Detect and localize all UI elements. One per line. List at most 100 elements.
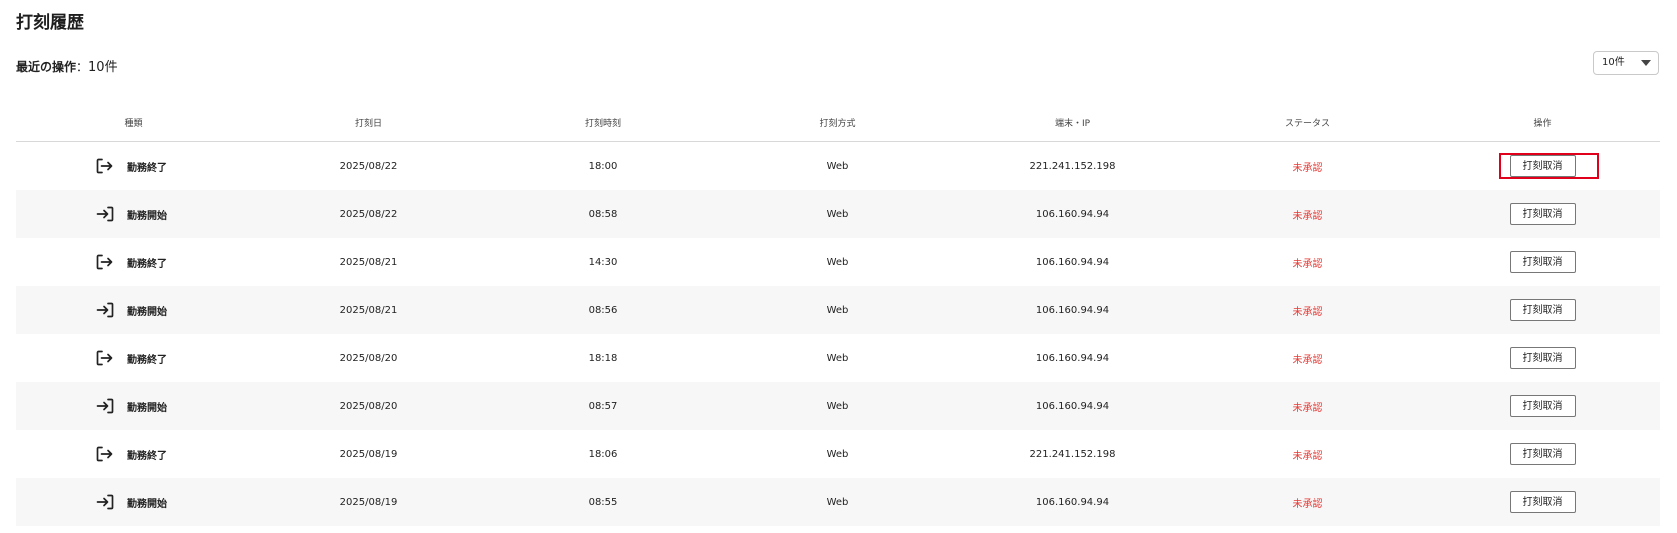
method-cell: Web [826,256,849,268]
type-cell: 勤務開始 [16,494,251,510]
enter-icon [96,302,114,318]
status-badge: 未承認 [1292,306,1323,318]
header-action: 操作 [1533,119,1552,129]
recent-label: 最近の操作 [16,60,77,74]
cancel-punch-button[interactable]: 打刻取消 [1509,203,1576,225]
time-cell: 14:30 [588,256,618,268]
table-row: 勤務開始 2025/08/21 08:56 Web 106.160.94.94 未承認 打刻… [16,286,1660,334]
method-cell: Web [826,352,849,364]
type-label: 勤務開始 [127,402,167,414]
type-label: 勤務開始 [127,210,167,222]
type-label: 勤務終了 [127,450,167,462]
header-status: ステータス [1284,119,1330,129]
header-date: 打刻日 [354,119,382,129]
type-cell: 勤務開始 [16,398,251,414]
header-time: 打刻時刻 [584,119,621,129]
status-badge: 未承認 [1292,354,1323,366]
type-label: 勤務終了 [127,354,167,366]
table-body: 勤務終了 2025/08/22 18:00 Web 221.241.152.198 未承認… [16,142,1660,526]
page-size-value: 10件 [1602,57,1625,68]
time-cell: 08:58 [588,208,618,220]
exit-icon [96,446,114,462]
enter-icon [96,206,114,222]
cancel-punch-button[interactable]: 打刻取消 [1509,347,1576,369]
time-cell: 08:57 [588,400,618,412]
action-cell: 打刻取消 [1425,155,1660,177]
cancel-punch-button[interactable]: 打刻取消 [1509,299,1576,321]
time-cell: 18:18 [588,352,618,364]
date-cell: 2025/08/22 [339,160,398,172]
status-badge: 未承認 [1292,402,1323,414]
chevron-down-icon [1641,60,1651,66]
type-cell: 勤務終了 [16,254,251,270]
action-cell: 打刻取消 [1425,491,1660,513]
action-cell: 打刻取消 [1425,299,1660,321]
table-header: 種類 打刻日 打刻時刻 打刻方式 端末・IP ステータス 操作 [16,104,1660,142]
ip-cell: 106.160.94.94 [1035,400,1110,412]
ip-cell: 221.241.152.198 [1029,448,1116,460]
type-label: 勤務終了 [127,258,167,270]
action-cell: 打刻取消 [1425,395,1660,417]
type-label: 勤務終了 [127,162,167,174]
page-title: 打刻履歴 [16,13,84,33]
type-label: 勤務開始 [127,498,167,510]
status-badge: 未承認 [1292,162,1323,174]
date-cell: 2025/08/21 [339,304,398,316]
date-cell: 2025/08/20 [339,400,398,412]
header-type: 種類 [124,119,143,129]
header-method: 打刻方式 [819,119,856,129]
time-cell: 18:00 [588,160,618,172]
method-cell: Web [826,448,849,460]
ip-cell: 106.160.94.94 [1035,496,1110,508]
type-cell: 勤務開始 [16,302,251,318]
cancel-punch-button[interactable]: 打刻取消 [1509,251,1576,273]
date-cell: 2025/08/19 [339,448,398,460]
recent-count: 10件 [88,60,118,75]
table-row: 勤務終了 2025/08/21 14:30 Web 106.160.94.94 未承認 打刻… [16,238,1660,286]
action-cell: 打刻取消 [1425,443,1660,465]
status-badge: 未承認 [1292,258,1323,270]
ip-cell: 106.160.94.94 [1035,256,1110,268]
method-cell: Web [826,160,849,172]
type-cell: 勤務終了 [16,158,251,174]
cancel-punch-button[interactable]: 打刻取消 [1509,491,1576,513]
header-device-ip: 端末・IP [1054,119,1091,129]
exit-icon [96,350,114,366]
exit-icon [96,158,114,174]
date-cell: 2025/08/19 [339,496,398,508]
action-cell: 打刻取消 [1425,251,1660,273]
table-row: 勤務開始 2025/08/22 08:58 Web 106.160.94.94 未承認 打刻… [16,190,1660,238]
time-cell: 18:06 [588,448,618,460]
type-label: 勤務開始 [127,306,167,318]
method-cell: Web [826,400,849,412]
method-cell: Web [826,496,849,508]
cancel-punch-button[interactable]: 打刻取消 [1509,395,1576,417]
action-cell: 打刻取消 [1425,203,1660,225]
date-cell: 2025/08/21 [339,256,398,268]
recent-separator: ： [76,60,89,74]
recent-operations: 最近の操作：10件 [16,56,118,75]
enter-icon [96,494,114,510]
punch-history-table: 種類 打刻日 打刻時刻 打刻方式 端末・IP ステータス 操作 勤務終了 2025… [16,104,1660,526]
table-row: 勤務終了 2025/08/19 18:06 Web 221.241.152.198 未承認… [16,430,1660,478]
page-size-select[interactable]: 10件 [1593,51,1659,75]
ip-cell: 106.160.94.94 [1035,208,1110,220]
cancel-punch-button[interactable]: 打刻取消 [1509,155,1576,177]
method-cell: Web [826,304,849,316]
status-badge: 未承認 [1292,498,1323,510]
status-badge: 未承認 [1292,210,1323,222]
type-cell: 勤務終了 [16,446,251,462]
table-row: 勤務開始 2025/08/19 08:55 Web 106.160.94.94 未承認 打刻… [16,478,1660,526]
table-row: 勤務開始 2025/08/20 08:57 Web 106.160.94.94 未承認 打刻… [16,382,1660,430]
table-row: 勤務終了 2025/08/22 18:00 Web 221.241.152.198 未承認… [16,142,1660,190]
ip-cell: 106.160.94.94 [1035,304,1110,316]
action-cell: 打刻取消 [1425,347,1660,369]
time-cell: 08:55 [588,496,618,508]
status-badge: 未承認 [1292,450,1323,462]
ip-cell: 221.241.152.198 [1029,160,1116,172]
cancel-punch-button[interactable]: 打刻取消 [1509,443,1576,465]
table-row: 勤務終了 2025/08/20 18:18 Web 106.160.94.94 未承認 打刻… [16,334,1660,382]
date-cell: 2025/08/20 [339,352,398,364]
method-cell: Web [826,208,849,220]
date-cell: 2025/08/22 [339,208,398,220]
